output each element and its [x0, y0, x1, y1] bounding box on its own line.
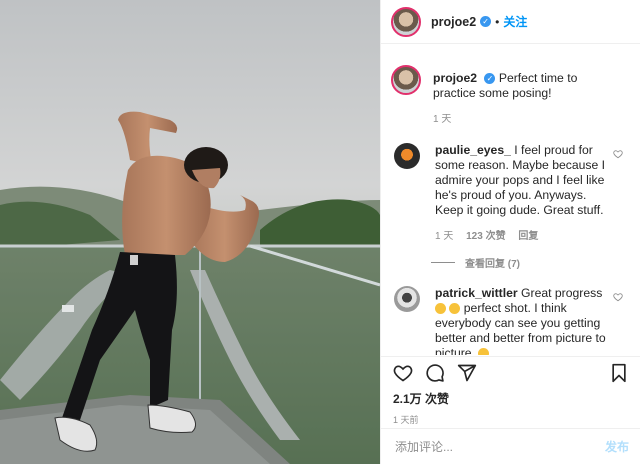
view-replies-button[interactable]: 查看回复 (7) — [431, 255, 640, 270]
comment-like-heart-icon[interactable] — [613, 292, 623, 302]
commenter-avatar[interactable] — [394, 143, 420, 169]
bookmark-icon[interactable] — [609, 363, 629, 383]
caption-avatar[interactable] — [391, 65, 421, 95]
comment-body: patrick_wittler Great progress perfect s… — [435, 286, 613, 355]
follow-button[interactable]: 关注 — [503, 13, 527, 30]
header-separator: • — [495, 14, 500, 29]
comment-row: paulie_eyes_ I feel proud for some reaso… — [381, 143, 640, 244]
comment-input[interactable] — [393, 438, 605, 455]
caption-row: projoe2 ✓ Perfect time to practice some … — [381, 65, 640, 127]
replies-divider — [431, 262, 455, 263]
sunglasses-emoji-icon — [435, 303, 446, 315]
post-dialog: projoe2 ✓ • 关注 projoe2 ✓ Perfect time to… — [0, 0, 640, 464]
comment-body: paulie_eyes_ I feel proud for some reaso… — [435, 143, 613, 244]
comment-time[interactable]: 1 天 — [435, 231, 453, 242]
comment-text: perfect shot. I think everybody can see … — [435, 301, 606, 355]
caption-username[interactable]: projoe2 — [433, 71, 477, 85]
heart-icon[interactable] — [393, 363, 413, 383]
caption-meta: 1 天 — [433, 112, 611, 127]
comment-username[interactable]: paulie_eyes_ — [435, 143, 511, 157]
author-username[interactable]: projoe2 — [431, 15, 476, 29]
ok-hand-emoji-icon — [449, 303, 461, 315]
verified-badge-icon: ✓ — [484, 73, 496, 85]
reply-button[interactable]: 回复 — [518, 231, 538, 242]
comment-username[interactable]: patrick_wittler — [435, 286, 518, 300]
commenter-avatar[interactable] — [394, 286, 420, 312]
share-icon[interactable] — [457, 363, 477, 383]
comment-like-heart-icon[interactable] — [613, 149, 623, 159]
comment-text: Great progress — [521, 286, 603, 300]
comment-icon[interactable] — [425, 363, 445, 383]
action-icons — [381, 359, 640, 387]
comment-row: patrick_wittler Great progress perfect s… — [381, 286, 640, 355]
author-avatar[interactable] — [391, 6, 421, 37]
view-replies-label: 查看回复 (7) — [465, 259, 520, 270]
comment-meta: 1 天 123 次赞 回复 — [435, 229, 613, 244]
comments-list[interactable]: projoe2 ✓ Perfect time to practice some … — [381, 55, 640, 355]
likes-count[interactable]: 2.1万 次赞 — [381, 390, 640, 407]
caption-time[interactable]: 1 天 — [433, 114, 451, 125]
verified-badge-icon: ✓ — [480, 16, 492, 27]
flexed-biceps-emoji-icon — [478, 348, 490, 355]
caption-body: projoe2 ✓ Perfect time to practice some … — [433, 71, 611, 127]
comment-likes[interactable]: 123 次赞 — [466, 231, 505, 242]
add-comment-bar: 发布 — [381, 428, 640, 464]
post-comment-button[interactable]: 发布 — [605, 438, 629, 455]
post-time-ago[interactable]: 1 天前 — [381, 413, 640, 426]
post-header: projoe2 ✓ • 关注 — [381, 0, 640, 44]
post-actions: 2.1万 次赞 1 天前 — [381, 356, 640, 426]
post-side-panel: projoe2 ✓ • 关注 projoe2 ✓ Perfect time to… — [380, 0, 640, 464]
photo-illustration — [0, 0, 380, 464]
post-photo[interactable] — [0, 0, 380, 464]
